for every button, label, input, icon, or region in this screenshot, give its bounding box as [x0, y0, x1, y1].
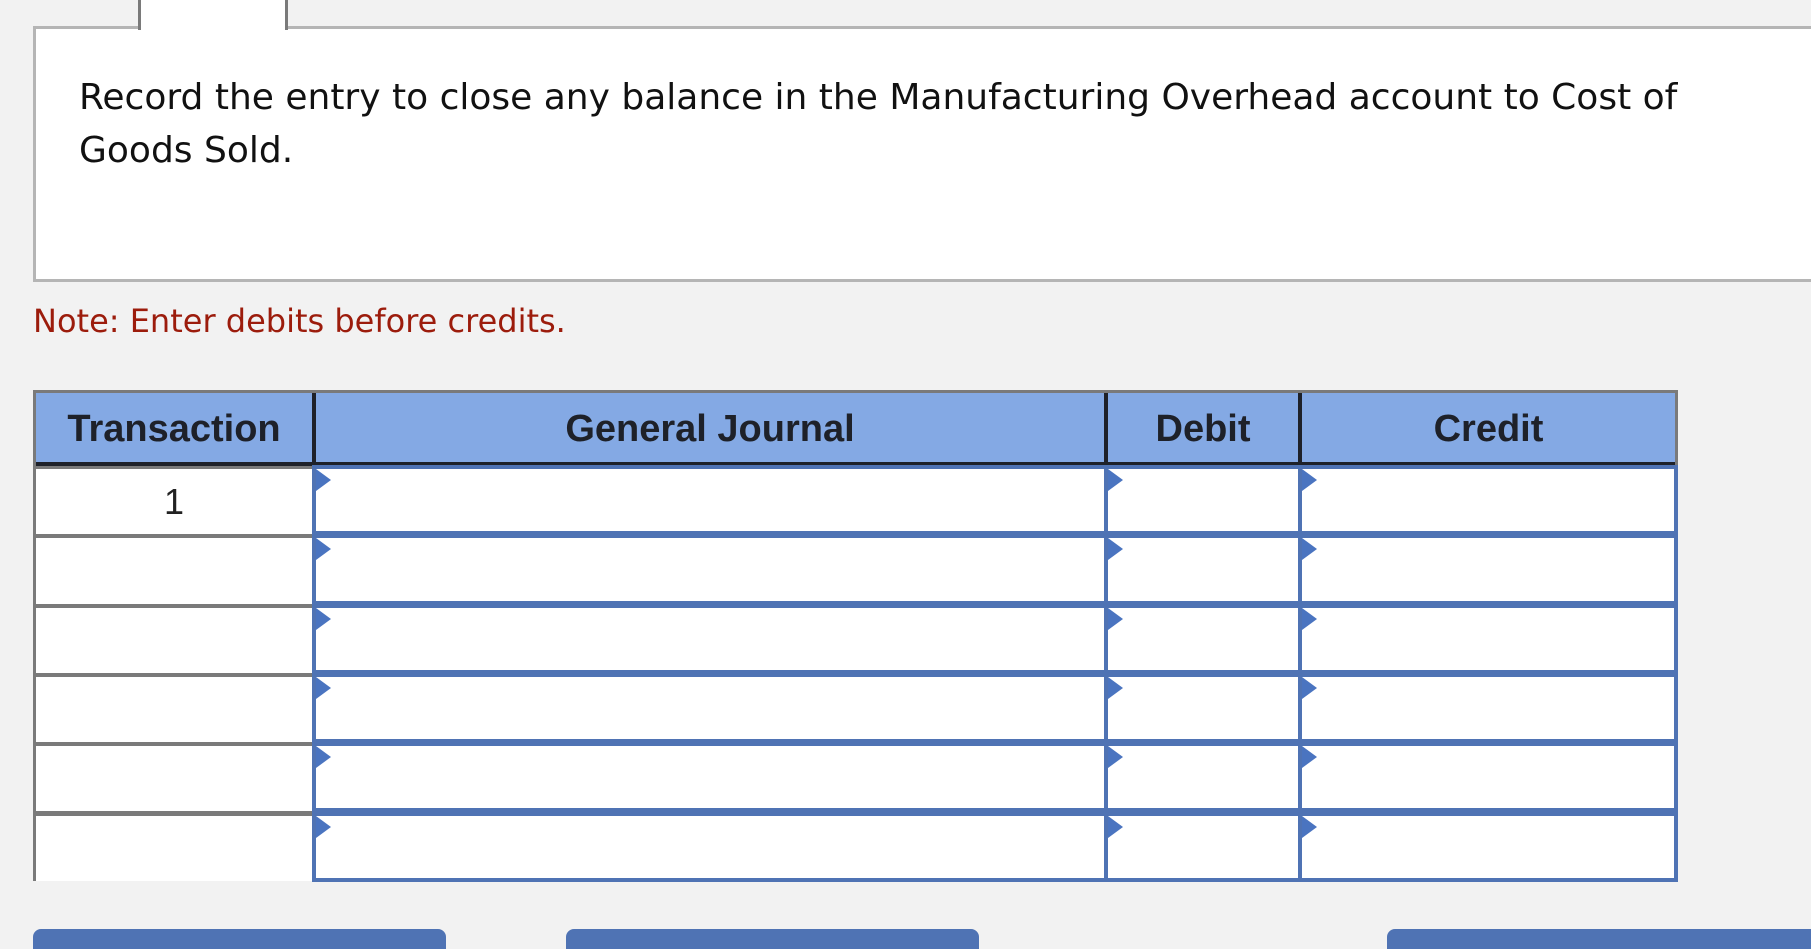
account-input-cell[interactable] [312, 811, 1108, 882]
debit-input-cell[interactable] [1104, 465, 1302, 536]
nav-button-3[interactable] [1387, 929, 1811, 949]
header-general-journal: General Journal [316, 393, 1104, 465]
debit-input-cell[interactable] [1104, 603, 1302, 674]
credit-input[interactable] [1302, 815, 1674, 878]
header-divider [1104, 393, 1108, 465]
question-tab[interactable] [138, 0, 288, 30]
transaction-cell: 1 [36, 469, 312, 535]
debit-input-cell[interactable] [1104, 742, 1302, 813]
credit-input-cell[interactable] [1298, 465, 1678, 536]
dropdown-marker-icon [1108, 607, 1123, 630]
dropdown-marker-icon [316, 538, 331, 561]
header-transaction: Transaction [36, 393, 312, 465]
dropdown-marker-icon [1302, 676, 1317, 699]
account-input-cell[interactable] [312, 672, 1108, 744]
dropdown-marker-icon [1108, 538, 1123, 561]
debit-input-cell[interactable] [1104, 811, 1302, 882]
nav-button-1[interactable] [33, 929, 446, 949]
header-credit: Credit [1302, 393, 1675, 465]
transaction-cell [36, 746, 312, 812]
dropdown-marker-icon [316, 607, 331, 630]
account-input-cell[interactable] [312, 534, 1108, 605]
debit-input-cell[interactable] [1104, 534, 1302, 605]
nav-button-2[interactable] [566, 929, 979, 949]
transaction-cell [36, 815, 312, 881]
dropdown-marker-icon [1108, 815, 1123, 838]
dropdown-marker-icon [1108, 676, 1123, 699]
credit-input[interactable] [1302, 469, 1674, 532]
account-input-cell[interactable] [312, 465, 1108, 536]
account-input[interactable] [316, 815, 1104, 878]
debit-input[interactable] [1108, 607, 1298, 670]
credit-input-cell[interactable] [1298, 811, 1678, 882]
dropdown-marker-icon [316, 676, 331, 699]
credit-input-cell[interactable] [1298, 603, 1678, 674]
account-input[interactable] [316, 538, 1104, 601]
question-panel: Record the entry to close any balance in… [33, 26, 1811, 282]
header-debit: Debit [1108, 393, 1298, 465]
dropdown-marker-icon [1108, 746, 1123, 769]
dropdown-marker-icon [316, 746, 331, 769]
account-input[interactable] [316, 676, 1104, 740]
credit-input[interactable] [1302, 746, 1674, 809]
account-input[interactable] [316, 469, 1104, 532]
account-input-cell[interactable] [312, 742, 1108, 813]
note-text: Note: Enter debits before credits. [33, 302, 566, 340]
credit-input[interactable] [1302, 607, 1674, 670]
credit-input-cell[interactable] [1298, 742, 1678, 813]
dropdown-marker-icon [316, 815, 331, 838]
debit-input[interactable] [1108, 676, 1298, 740]
dropdown-marker-icon [1302, 746, 1317, 769]
journal-table: Transaction General Journal Debit Credit… [33, 390, 1678, 882]
dropdown-marker-icon [1302, 607, 1317, 630]
debit-input[interactable] [1108, 746, 1298, 809]
transaction-cell [36, 607, 312, 673]
dropdown-marker-icon [316, 469, 331, 491]
dropdown-marker-icon [1302, 538, 1317, 561]
dropdown-marker-icon [1302, 469, 1317, 491]
transaction-cell [36, 676, 312, 743]
question-text: Record the entry to close any balance in… [79, 77, 1678, 171]
credit-input-cell[interactable] [1298, 534, 1678, 605]
debit-input[interactable] [1108, 469, 1298, 532]
credit-input[interactable] [1302, 538, 1674, 601]
account-input-cell[interactable] [312, 603, 1108, 674]
credit-input[interactable] [1302, 676, 1674, 740]
debit-input-cell[interactable] [1104, 672, 1302, 744]
debit-input[interactable] [1108, 815, 1298, 878]
dropdown-marker-icon [1108, 469, 1123, 491]
account-input[interactable] [316, 607, 1104, 670]
transaction-cell [36, 538, 312, 604]
dropdown-marker-icon [1302, 815, 1317, 838]
header-divider [1298, 393, 1302, 465]
debit-input[interactable] [1108, 538, 1298, 601]
account-input[interactable] [316, 746, 1104, 809]
credit-input-cell[interactable] [1298, 672, 1678, 744]
header-divider [312, 393, 316, 465]
